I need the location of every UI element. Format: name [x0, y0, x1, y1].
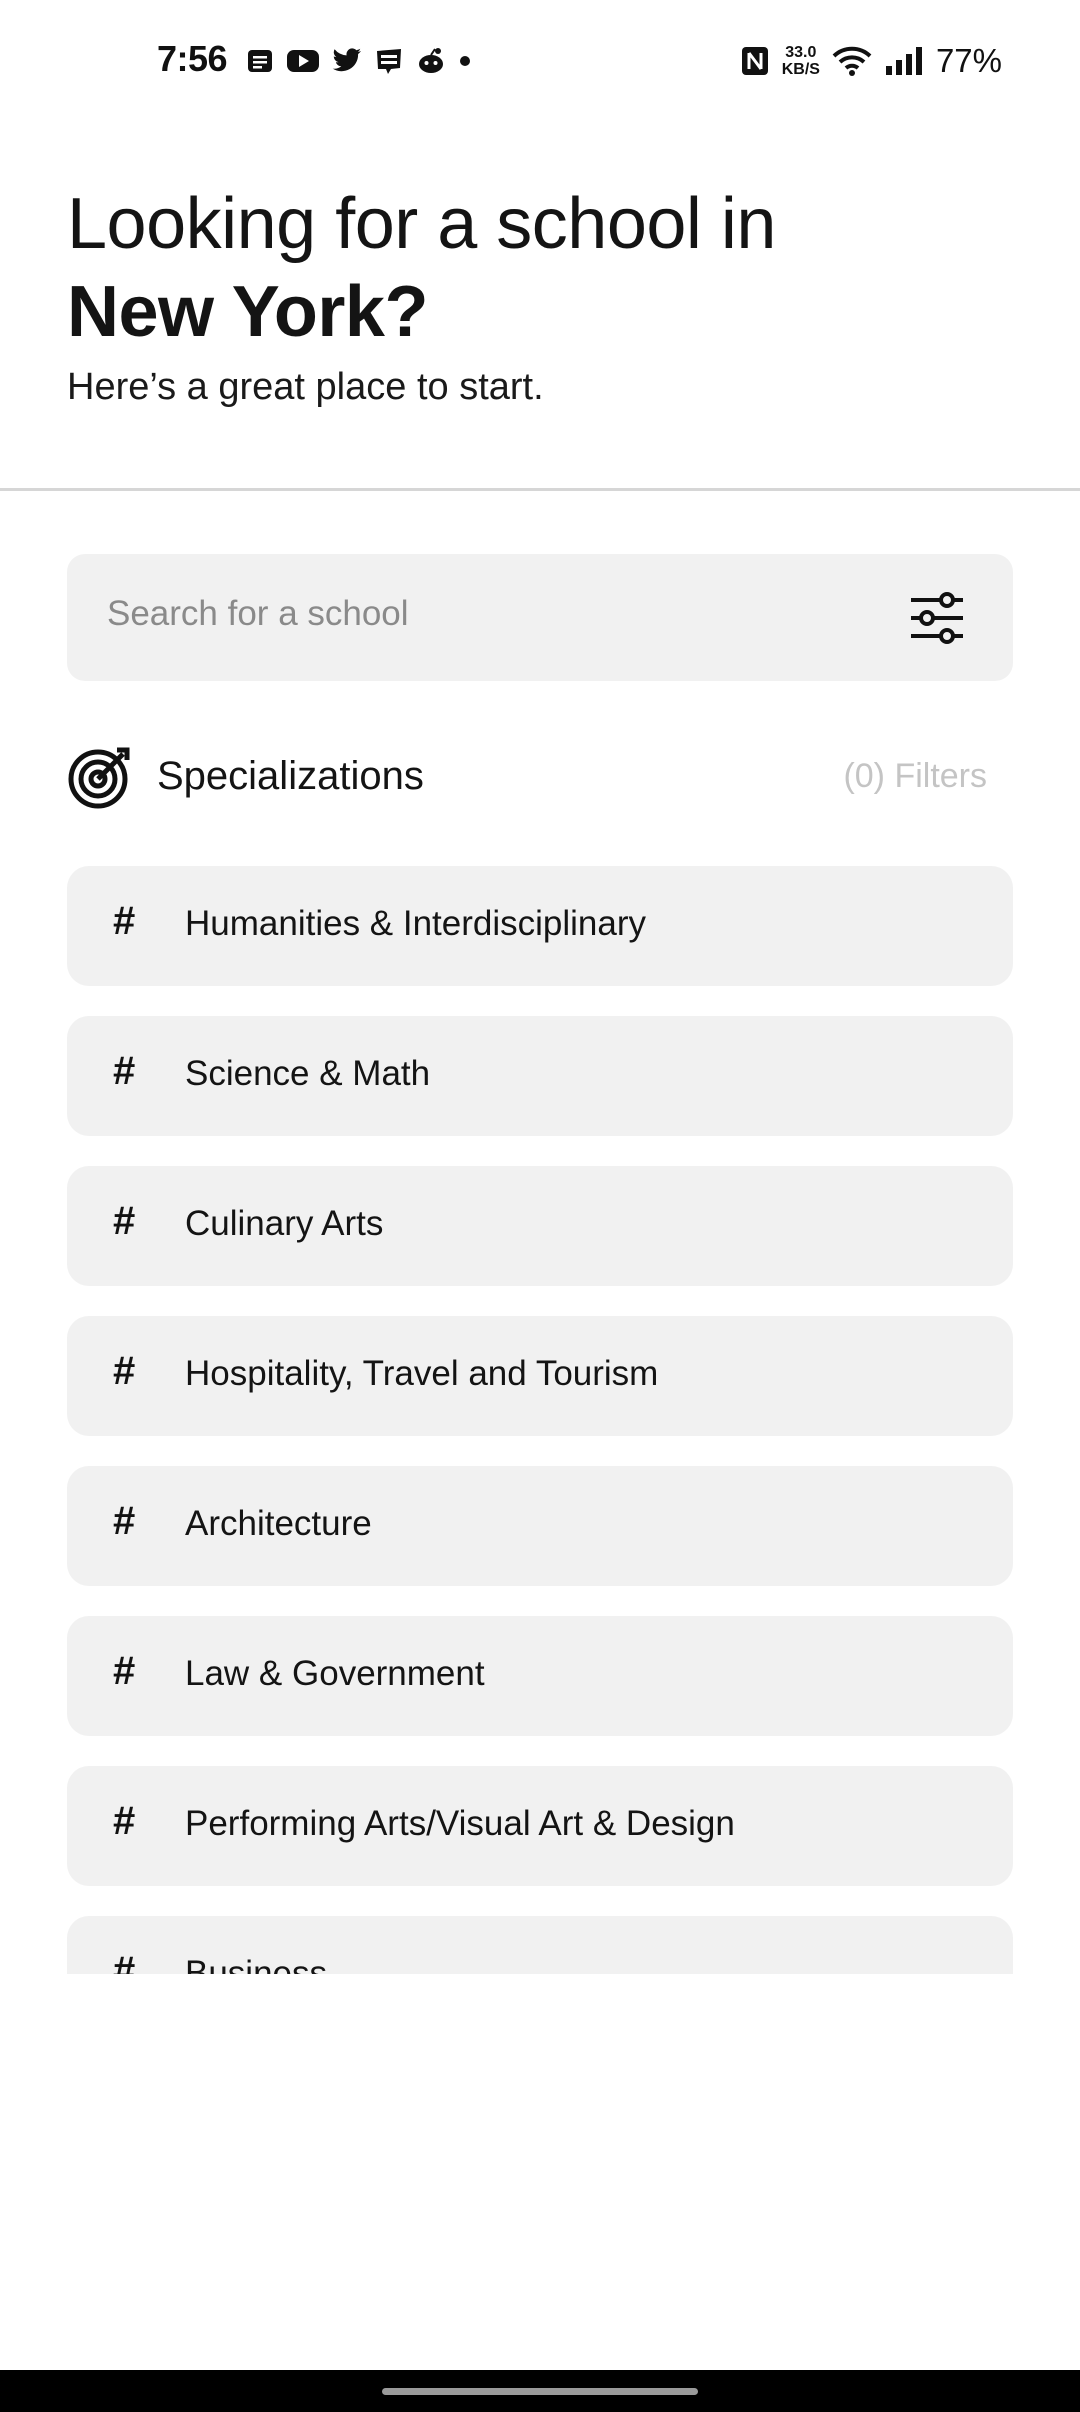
filter-sliders-icon[interactable]	[909, 592, 965, 644]
status-bar: 7:56 33.0 KB/S 77%	[0, 0, 1080, 128]
hashtag-icon: #	[113, 1949, 136, 1974]
hero-divider	[0, 488, 1080, 491]
signal-icon	[885, 47, 922, 75]
hashtag-icon: #	[113, 1799, 136, 1843]
home-indicator[interactable]	[382, 2388, 698, 2395]
specializations-list: # Humanities & Interdisciplinary # Scien…	[67, 866, 1013, 1974]
hashtag-icon: #	[113, 1049, 136, 1093]
reddit-icon	[419, 48, 443, 73]
specialization-item[interactable]: # Hospitality, Travel and Tourism	[67, 1316, 1013, 1436]
specialization-item[interactable]: # Humanities & Interdisciplinary	[67, 866, 1013, 986]
more-dot-icon	[460, 56, 470, 66]
hero-subtitle: Here’s a great place to start.	[67, 366, 544, 408]
specialization-item[interactable]: # Law & Government	[67, 1616, 1013, 1736]
nfc-icon	[741, 47, 768, 75]
specialization-label: Hospitality, Travel and Tourism	[185, 1354, 659, 1393]
wifi-icon	[832, 46, 872, 76]
specialization-item[interactable]: # Culinary Arts	[67, 1166, 1013, 1286]
specialization-item[interactable]: # Architecture	[67, 1466, 1013, 1586]
navigation-bar	[0, 2370, 1080, 2412]
hashtag-icon: #	[113, 1649, 136, 1693]
network-speed: 33.0 KB/S	[782, 44, 820, 78]
twitter-icon	[332, 48, 361, 72]
specialization-label: Culinary Arts	[185, 1204, 384, 1243]
target-icon	[68, 747, 130, 809]
messages-icon	[248, 50, 272, 72]
youtube-icon	[287, 50, 319, 72]
network-speed-unit: KB/S	[781, 61, 820, 78]
notification-icons	[246, 46, 472, 76]
webtoon-icon	[377, 49, 401, 74]
hero-title-line1: Looking for a school in	[67, 184, 776, 264]
hashtag-icon: #	[113, 1349, 136, 1393]
hashtag-icon: #	[113, 899, 136, 943]
specialization-item[interactable]: # Business	[67, 1916, 1013, 1974]
specialization-label: Performing Arts/Visual Art & Design	[185, 1804, 735, 1843]
status-time: 7:56	[157, 38, 228, 79]
specialization-label: Business	[185, 1954, 328, 1974]
search-placeholder: Search for a school	[107, 594, 409, 633]
specialization-label: Architecture	[185, 1504, 372, 1543]
specialization-item[interactable]: # Performing Arts/Visual Art & Design	[67, 1766, 1013, 1886]
specialization-item[interactable]: # Science & Math	[67, 1016, 1013, 1136]
hero-section: Looking for a school in New York? Here’s…	[67, 180, 1027, 412]
search-input[interactable]: Search for a school	[67, 554, 1013, 681]
specialization-label: Law & Government	[185, 1654, 485, 1693]
hashtag-icon: #	[113, 1199, 136, 1243]
hero-title-city: New York?	[67, 272, 428, 352]
specialization-label: Science & Math	[185, 1054, 431, 1093]
filters-count-button[interactable]: (0) Filters	[843, 757, 987, 796]
status-right-group: 33.0 KB/S 77%	[740, 42, 1002, 80]
specializations-header: Specializations (0) Filters	[67, 742, 1013, 814]
battery-percentage: 77%	[935, 42, 1002, 79]
network-speed-value: 33.0	[785, 44, 817, 61]
specialization-label: Humanities & Interdisciplinary	[185, 904, 647, 943]
hashtag-icon: #	[113, 1499, 136, 1543]
specializations-title: Specializations	[157, 754, 424, 798]
